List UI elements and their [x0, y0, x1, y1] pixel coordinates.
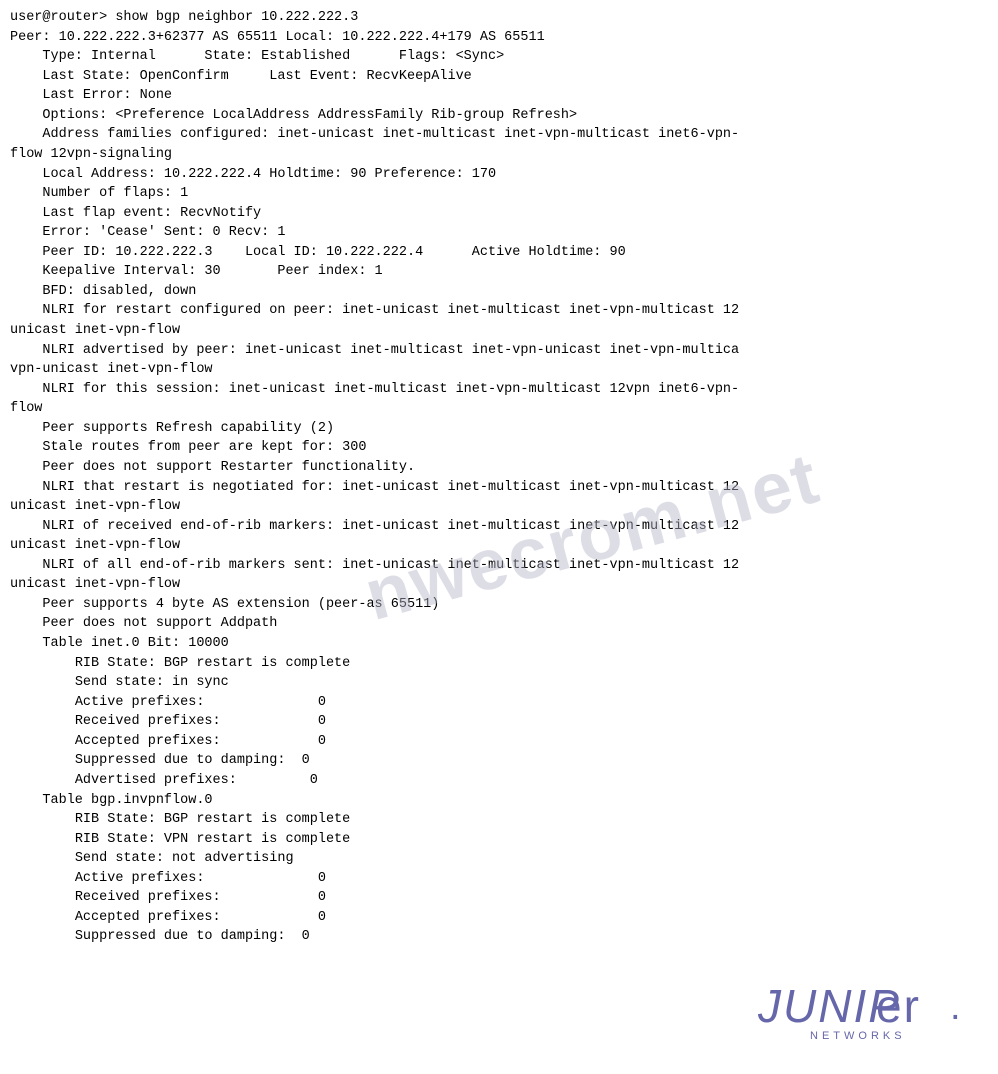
- juniper-logo: JUNIP er . NETWORKS: [758, 974, 978, 1049]
- svg-text:NETWORKS: NETWORKS: [810, 1030, 906, 1042]
- svg-text:.: .: [950, 986, 961, 1028]
- svg-text:er: er: [876, 980, 921, 1032]
- terminal-output: user@router> show bgp neighbor 10.222.22…: [10, 8, 988, 947]
